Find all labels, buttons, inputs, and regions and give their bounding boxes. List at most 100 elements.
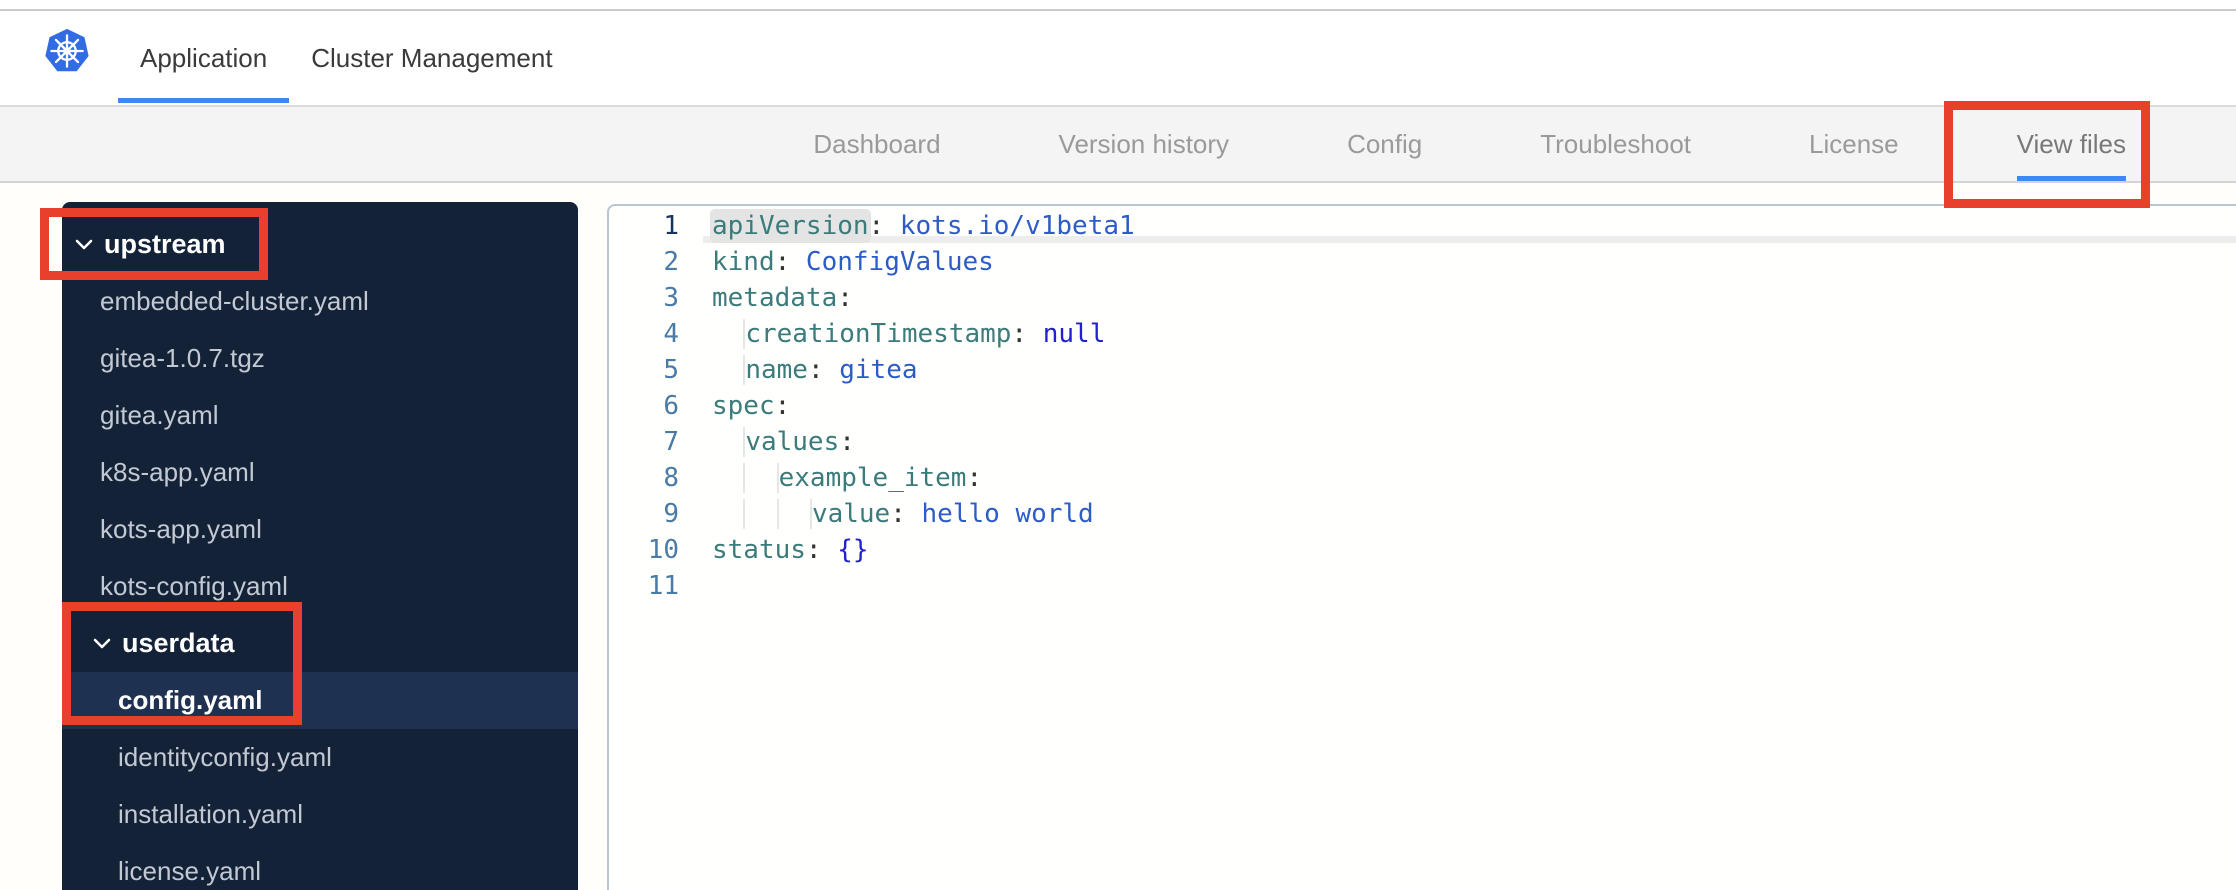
code-token: null [1027,319,1106,349]
line-number[interactable]: 10 [609,532,679,568]
code-token: ConfigValues [790,247,994,277]
app-nav: Dashboard Version history Config Troublesho… [0,107,2236,183]
code-line: 3 metadata: [609,280,2236,316]
tree-file-config-yaml[interactable]: config.yaml [62,672,578,729]
indent-guide [712,319,746,349]
code-token: : [774,247,791,277]
code-line-text: metadata: [712,280,853,316]
tree-folder-upstream[interactable]: upstream [62,216,578,273]
file-label: kots-app.yaml [100,514,262,544]
tree-file-kots-app-yaml[interactable]: kots-app.yaml [62,501,578,558]
code-token: gitea [823,355,918,385]
code-token: : [807,355,824,385]
code-token: : [839,427,855,457]
code-token: : [837,283,853,313]
code-line-text: values: [712,424,855,460]
code-line: 4 creationTimestamp: null [609,316,2236,352]
code-lines: 1 apiVersion: kots.io/v1beta1 2 kind: Confi… [609,208,2236,604]
tab-label: Application [140,42,268,73]
line-number[interactable]: 11 [609,568,679,604]
navtab-license[interactable]: License [1809,107,1899,181]
tree-file-gitea-1-0-7-tgz[interactable]: gitea-1.0.7.tgz [62,330,578,387]
navtab-dashboard[interactable]: Dashboard [813,107,940,181]
tree-file-k8s-app-yaml[interactable]: k8s-app.yaml [62,444,578,501]
line-number[interactable]: 3 [609,280,679,316]
line-number[interactable]: 5 [609,352,679,388]
tree-file-embedded-cluster-yaml[interactable]: embedded-cluster.yaml [62,273,578,330]
line-number[interactable]: 8 [609,460,679,496]
navtab-label: Version history [1058,128,1230,159]
code-token: : [966,463,983,493]
indent-guide [712,355,746,385]
code-line: 6 spec: [609,388,2236,424]
navtab-version-history[interactable]: Version history [1059,107,1230,181]
navtab-label: Troubleshoot [1540,128,1692,159]
kots-admin-console: Application Cluster Management Dashboard V… [0,0,2236,890]
line-number[interactable]: 1 [609,208,679,244]
tab-cluster-management[interactable]: Cluster Management [289,11,574,105]
active-tab-underline [118,98,290,103]
folder-label: userdata [122,628,235,658]
highlighted-token: apiVersion [712,211,869,241]
code-token: {} [821,535,869,565]
indent-guide [712,499,746,529]
file-label: identityconfig.yaml [118,742,332,772]
code-line: 8 example_item: [609,460,2236,496]
navtab-label: License [1809,128,1899,159]
code-line-text: apiVersion: kots.io/v1beta1 [712,208,1135,244]
file-label: config.yaml [118,685,263,715]
tree-file-gitea-yaml[interactable]: gitea.yaml [62,387,578,444]
code-token: : [1011,319,1028,349]
line-number[interactable]: 4 [609,316,679,352]
code-token: : [868,211,885,241]
line-number[interactable]: 6 [609,388,679,424]
navtab-label: Config [1347,128,1423,159]
tree-file-license-yaml[interactable]: license.yaml [62,843,578,890]
code-token: : [805,535,822,565]
file-label: gitea-1.0.7.tgz [100,343,265,373]
code-line: 11 [609,568,2236,604]
tree-file-identityconfig-yaml[interactable]: identityconfig.yaml [62,729,578,786]
code-editor[interactable]: 1 apiVersion: kots.io/v1beta1 2 kind: Confi… [607,204,2236,890]
code-token: values [745,427,840,457]
code-line-text: creationTimestamp: null [712,316,1105,352]
code-line-text: value: hello world [712,496,1094,532]
header-tabs: Application Cluster Management [118,11,575,105]
folder-label: upstream [104,229,226,259]
code-token: : [774,391,791,421]
line-number[interactable]: 2 [609,244,679,280]
navtab-troubleshoot[interactable]: Troubleshoot [1540,107,1691,181]
code-token: hello world [905,499,1094,529]
code-token: creationTimestamp [745,319,1012,349]
tree-file-installation-yaml[interactable]: installation.yaml [62,786,578,843]
code-token: kind [712,247,775,277]
indent-guide [712,427,746,457]
code-token: : [890,499,906,529]
tree-file-kots-config-yaml[interactable]: kots-config.yaml [62,558,578,615]
code-token: name [745,355,808,385]
file-label: embedded-cluster.yaml [100,286,369,316]
tab-application[interactable]: Application [118,11,290,105]
code-line-text: spec: [712,388,790,424]
tree-folder-userdata[interactable]: userdata [62,615,578,672]
code-line-text: kind: ConfigValues [712,244,994,280]
file-tree-sidebar: upstream embedded-cluster.yaml gitea-1.0.7… [62,202,578,890]
navtab-label: Dashboard [813,128,941,159]
navtab-config[interactable]: Config [1347,107,1422,181]
line-number[interactable]: 9 [609,496,679,532]
file-label: installation.yaml [118,799,303,829]
line-number[interactable]: 7 [609,424,679,460]
navtab-view-files[interactable]: View files [2016,107,2126,181]
file-label: kots-config.yaml [100,571,288,601]
indent-guide [778,499,812,529]
chevron-down-icon [75,239,93,250]
chevron-down-icon [93,638,111,649]
code-line: 9 value: hello world [609,496,2236,532]
code-token: value [811,499,891,529]
code-token: spec [712,391,775,421]
code-token: example_item [778,463,967,493]
file-label: license.yaml [118,856,262,886]
code-line: 5 name: gitea [609,352,2236,388]
code-line-text: example_item: [712,460,982,496]
code-line: 1 apiVersion: kots.io/v1beta1 [609,208,2236,244]
